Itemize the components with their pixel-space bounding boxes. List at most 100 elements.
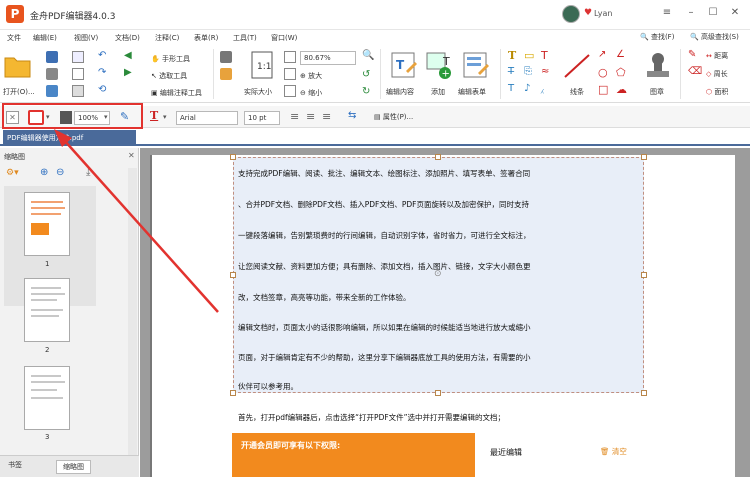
page-icon[interactable] (72, 68, 84, 80)
caret-icon[interactable]: ⁁ (541, 83, 544, 94)
options-icon[interactable]: ⚙▾ (6, 168, 19, 178)
menu-document[interactable]: 文档(D) (115, 33, 140, 43)
tab-bookmarks[interactable]: 书签 (8, 460, 22, 470)
typewriter-icon[interactable]: T (508, 49, 516, 62)
history-icon[interactable]: ⟲ (98, 84, 106, 95)
squiggly-icon[interactable]: ≈ (541, 66, 549, 77)
strikeout-icon[interactable]: T̶ (508, 66, 514, 77)
menu-icon[interactable]: ≡ (660, 6, 674, 20)
menu-form[interactable]: 表单(R) (194, 33, 218, 43)
add-icon[interactable]: T + (425, 51, 453, 81)
align-right-icon[interactable]: ≡ (322, 110, 331, 123)
line-label[interactable]: 线条 (570, 87, 584, 97)
menu-edit[interactable]: 编辑(E) (33, 33, 57, 43)
camera-icon[interactable] (220, 51, 232, 63)
perimeter-button[interactable]: ◇ 周长 (706, 69, 728, 79)
thumb-zoom-out-icon[interactable]: ⊖ (56, 167, 64, 178)
username[interactable]: Lyan (594, 9, 612, 18)
undo-icon[interactable]: ↶ (98, 50, 106, 61)
collapse-icon[interactable]: ⤓ (86, 167, 90, 178)
sidebar-scrollbar[interactable] (128, 168, 137, 460)
stamp-icon[interactable] (645, 51, 671, 81)
properties-button[interactable]: ▤ 属性(P)... (374, 112, 413, 122)
zoom-icon[interactable]: 🔍 (362, 50, 374, 61)
stamp-label[interactable]: 图章 (650, 87, 664, 97)
area-button[interactable]: ⬡ 面积 (706, 87, 728, 97)
scan-icon[interactable] (46, 85, 58, 97)
email-icon[interactable] (72, 51, 84, 63)
print-icon[interactable] (46, 68, 58, 80)
rotate-cw-icon[interactable]: ↻ (362, 86, 370, 97)
menu-comment[interactable]: 注释(C) (155, 33, 179, 43)
font-size-select[interactable]: 10 pt (244, 111, 280, 125)
page-thumbnail-1[interactable] (24, 192, 70, 256)
back-icon[interactable]: ◀ (124, 50, 132, 61)
resize-handle[interactable] (641, 272, 647, 278)
open-label[interactable]: 打开(O)... (3, 87, 35, 97)
attach-icon[interactable]: ⎘ (524, 66, 532, 77)
add-label[interactable]: 添加 (431, 87, 445, 97)
resize-handle[interactable] (435, 154, 441, 160)
align-left-icon[interactable]: ≡ (290, 110, 299, 123)
clear-button[interactable]: 🗑 清空 (600, 446, 627, 457)
swap-icon[interactable]: ⇆ (348, 110, 356, 121)
find-button[interactable]: 🔍 查找(F) (640, 32, 674, 42)
edit-form-label[interactable]: 编辑表单 (458, 87, 486, 97)
distance-button[interactable]: ↔ 距离 (706, 51, 728, 61)
select-tool-button[interactable]: ↖ 选取工具 (151, 71, 187, 81)
redo-icon[interactable]: ↷ (98, 67, 106, 78)
fit-width-icon[interactable] (284, 68, 296, 80)
thumb-zoom-in-icon[interactable]: ⊕ (40, 167, 48, 178)
zoom-out-button[interactable]: ⊖ 缩小 (300, 88, 322, 98)
page-thumbnail-3[interactable] (24, 366, 70, 430)
arrow-shape-icon[interactable]: ↗ (598, 49, 606, 60)
underline-icon[interactable]: T (541, 49, 548, 62)
line-icon[interactable] (563, 53, 591, 79)
rotate-ccw-icon[interactable]: ↺ (362, 69, 370, 80)
polygon-shape-icon[interactable]: ⬠ (616, 66, 626, 79)
window-icon[interactable] (72, 85, 84, 97)
close-button[interactable]: ✕ (728, 6, 742, 20)
maximize-button[interactable]: ☐ (706, 6, 720, 20)
resize-handle[interactable] (230, 390, 236, 396)
page-thumbnail-2[interactable] (24, 278, 70, 342)
edit-annotation-tool-button[interactable]: ▣ 编辑注释工具 (151, 88, 202, 98)
tab-document[interactable]: PDF编辑器使用方法.pdf (3, 130, 136, 146)
edit-content-label[interactable]: 编辑内容 (386, 87, 414, 97)
align-center-icon[interactable]: ≡ (306, 110, 315, 123)
fit-visible-icon[interactable] (284, 85, 296, 97)
actual-size-label[interactable]: 实际大小 (244, 87, 272, 97)
resize-handle[interactable] (641, 390, 647, 396)
forward-icon[interactable]: ▶ (124, 67, 132, 78)
note-icon[interactable]: ▭ (524, 49, 534, 62)
menu-window[interactable]: 窗口(W) (271, 33, 297, 43)
edit-content-icon[interactable]: T (390, 51, 418, 81)
text-color-icon[interactable]: T (150, 109, 158, 122)
hand-tool-button[interactable]: ✋ 手形工具 (151, 54, 190, 64)
ellipse-shape-icon[interactable]: ○ (598, 66, 608, 79)
resize-handle[interactable] (641, 154, 647, 160)
close-panel-icon[interactable]: ✕ (128, 151, 135, 160)
export-icon[interactable] (220, 68, 232, 80)
font-family-select[interactable]: Arial (176, 111, 238, 125)
resize-handle[interactable] (435, 390, 441, 396)
actual-size-icon[interactable]: 1:1 (250, 51, 274, 79)
save-icon[interactable] (46, 51, 58, 63)
polyline-shape-icon[interactable]: ∠ (616, 49, 625, 60)
menu-view[interactable]: 视图(V) (74, 33, 98, 43)
replace-text-icon[interactable]: T (508, 83, 514, 94)
zoom-in-button[interactable]: ⊕ 放大 (300, 71, 322, 81)
eraser-icon[interactable]: ⌫ (688, 66, 702, 77)
cloud-shape-icon[interactable]: ☁ (616, 83, 627, 96)
rectangle-shape-icon[interactable]: □ (598, 83, 608, 96)
sound-icon[interactable]: ♪ (524, 83, 530, 94)
advanced-find-button[interactable]: 🔍 高级查找(S) (690, 32, 739, 42)
tab-thumbnails[interactable]: 缩略图 (56, 460, 91, 474)
resize-handle[interactable] (230, 154, 236, 160)
minimize-button[interactable]: – (684, 6, 698, 20)
menu-file[interactable]: 文件 (7, 33, 21, 43)
zoom-level-field[interactable]: 80.67% (300, 51, 356, 65)
avatar[interactable] (562, 5, 580, 23)
fit-page-icon[interactable] (284, 51, 296, 63)
text-color-dropdown-icon[interactable]: ▾ (163, 113, 167, 121)
